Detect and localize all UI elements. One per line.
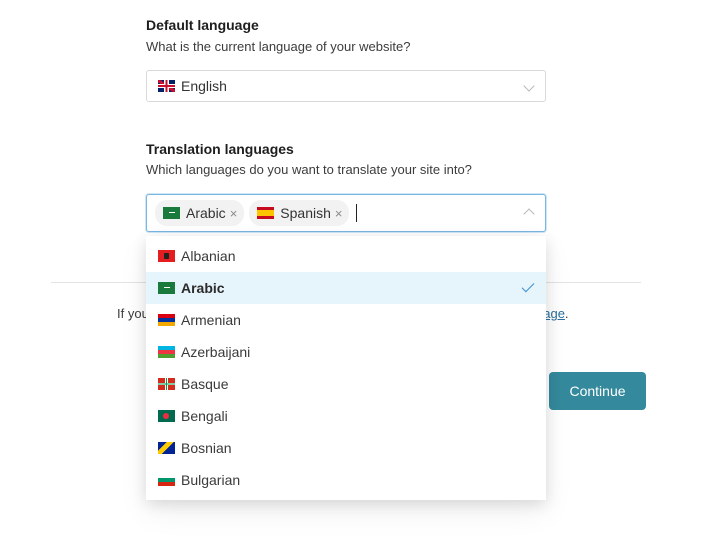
option-label: Azerbaijani: [181, 344, 251, 360]
dropdown-option-basque[interactable]: Basque: [146, 368, 546, 400]
option-label: Bengali: [181, 408, 228, 424]
chevron-down-icon[interactable]: [523, 80, 535, 92]
option-label: Basque: [181, 376, 229, 392]
continue-button[interactable]: Continue: [549, 372, 646, 410]
dropdown-option-armenian[interactable]: Armenian: [146, 304, 546, 336]
dropdown-option-bosnian[interactable]: Bosnian: [146, 432, 546, 464]
dropdown-option-arabic[interactable]: Arabic: [146, 272, 546, 304]
dropdown-option-bulgarian[interactable]: Bulgarian: [146, 464, 546, 496]
bulgaria-flag-icon: [158, 474, 175, 486]
option-label: Bulgarian: [181, 472, 241, 488]
onboarding-language-page: Default language What is the current lan…: [0, 0, 716, 538]
bangladesh-flag-icon: [158, 410, 175, 422]
option-label: Armenian: [181, 312, 241, 328]
dropdown-option-azerbaijani[interactable]: Azerbaijani: [146, 336, 546, 368]
translation-languages-description: Which languages do you want to translate…: [146, 162, 472, 177]
default-language-select[interactable]: English: [146, 70, 546, 102]
checkmark-icon: [521, 279, 535, 293]
translation-languages-title: Translation languages: [146, 141, 294, 157]
footer-note-start: If you: [117, 306, 149, 321]
saudi-flag-icon: [163, 207, 180, 219]
option-label: Albanian: [181, 248, 236, 264]
language-dropdown-menu: Albanian Arabic Armenian Azerbaijani Bas…: [146, 236, 546, 500]
option-label: Arabic: [181, 280, 225, 296]
uk-flag-icon: [158, 80, 175, 92]
chip-label: Spanish: [280, 205, 331, 221]
option-label: Bosnian: [181, 440, 232, 456]
default-language-title: Default language: [146, 17, 259, 33]
dropdown-option-albanian[interactable]: Albanian: [146, 240, 546, 272]
albania-flag-icon: [158, 250, 175, 262]
selected-language-chip: Arabic ×: [155, 200, 245, 226]
chip-label: Arabic: [186, 205, 226, 221]
bosnia-flag-icon: [158, 442, 175, 454]
default-language-label: English: [181, 78, 227, 94]
remove-chip-icon[interactable]: ×: [230, 206, 238, 221]
saudi-flag-icon: [158, 282, 175, 294]
chevron-up-icon[interactable]: [523, 208, 535, 220]
azerbaijan-flag-icon: [158, 346, 175, 358]
default-language-value: English: [147, 78, 227, 94]
remove-chip-icon[interactable]: ×: [335, 206, 343, 221]
armenia-flag-icon: [158, 314, 175, 326]
text-cursor[interactable]: [356, 204, 358, 222]
dropdown-option-bengali[interactable]: Bengali: [146, 400, 546, 432]
selected-language-chip: Spanish ×: [249, 200, 350, 226]
spain-flag-icon: [257, 207, 275, 219]
default-language-description: What is the current language of your web…: [146, 39, 411, 54]
translation-languages-multiselect[interactable]: Arabic × Spanish ×: [146, 194, 546, 232]
basque-flag-icon: [158, 378, 175, 390]
